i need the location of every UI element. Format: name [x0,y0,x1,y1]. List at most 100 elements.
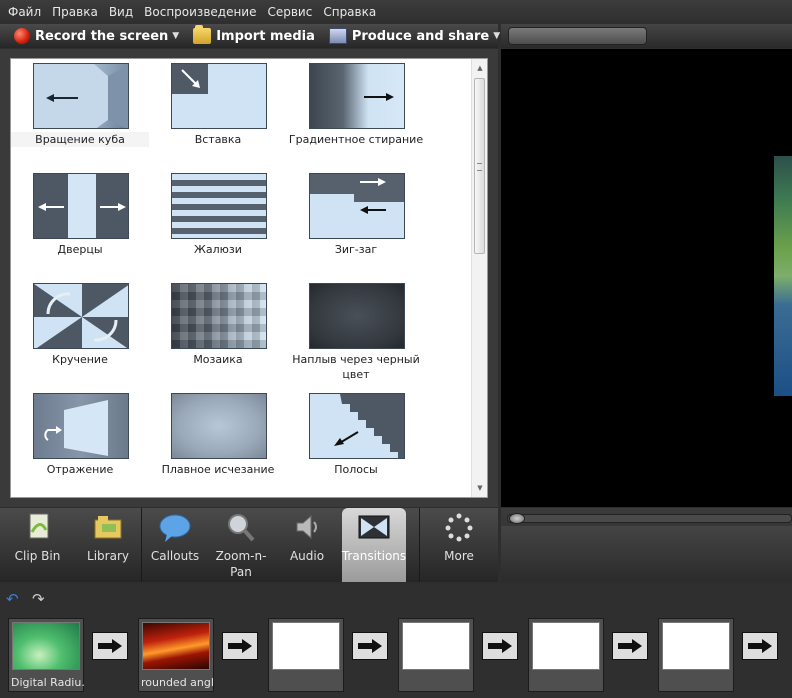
record-icon [14,28,30,44]
camtasia-window: Файл Правка Вид Воспроизведение Сервис С… [0,0,792,698]
clip-thumbnail [402,622,470,670]
transition-slot[interactable] [482,632,518,660]
clip-item[interactable] [658,618,734,692]
transition-label: Наплыв через черный цвет [292,353,420,381]
arrow-right-icon [98,639,122,653]
tab-library[interactable]: Library [75,508,141,582]
clip-item[interactable] [268,618,344,692]
clip-label: Digital Radiu... [11,676,85,689]
undo-redo-controls: ↶ ↷ [6,592,58,608]
transition-label: Мозаика [193,353,243,366]
transition-item-doors[interactable]: Дверцы [11,169,149,279]
undo-icon[interactable]: ↶ [6,592,22,607]
transition-item-twist[interactable]: Кручение [11,279,149,389]
clip-bin-icon [22,512,54,542]
transition-item-mosaic[interactable]: Мозаика [149,279,287,389]
transition-label: Плавное исчезание [161,463,275,476]
transition-label: Вращение куба [11,132,149,147]
transition-item-zigzag[interactable]: Зиг-заг [287,169,425,279]
menubar: Файл Правка Вид Воспроизведение Сервис С… [0,0,792,23]
transitions-list: Вращение куба Вставка Градиентное стиран… [10,58,488,498]
tab-audio[interactable]: Audio [274,508,340,582]
clip-thumbnail [12,622,80,670]
mosaic-thumbnail [171,283,267,349]
cube-rotation-thumbnail [33,63,129,129]
clip-thumbnail [272,622,340,670]
scroll-down-icon[interactable]: ▼ [475,483,485,493]
menu-file[interactable]: Файл [4,5,45,19]
import-media-label: Import media [216,28,315,44]
transition-item-blinds[interactable]: Жалюзи [149,169,287,279]
transition-slot[interactable] [352,632,388,660]
clip-item[interactable]: Digital Radiu... [8,618,85,692]
scrollbar-thumb[interactable] [474,78,485,254]
video-preview[interactable] [501,49,792,507]
seek-bar[interactable] [507,514,792,523]
insert-thumbnail [171,63,267,129]
clip-thumbnail [532,622,600,670]
seek-handle[interactable] [509,513,525,524]
transition-item-insert[interactable]: Вставка [149,59,287,169]
zoom-icon [225,512,257,542]
arrow-right-icon [748,639,772,653]
transition-slot[interactable] [222,632,258,660]
transition-item-reflection[interactable]: Отражение [11,389,149,497]
arrow-right-icon [358,639,382,653]
stripes-thumbnail [309,393,405,459]
fade-thumbnail [171,393,267,459]
clip-label: rounded angl... [141,676,215,689]
menu-help[interactable]: Справка [319,5,380,19]
scroll-up-icon[interactable]: ▲ [475,63,485,73]
menu-tools[interactable]: Сервис [263,5,316,19]
transition-slot[interactable] [612,632,648,660]
playback-panel [501,526,792,582]
tab-label: Audio [289,549,325,563]
transition-label: Полосы [334,463,378,476]
transition-label: Отражение [46,463,114,476]
transition-label: Зиг-заг [334,243,378,256]
menu-playback[interactable]: Воспроизведение [140,5,260,19]
import-media-button[interactable]: Import media [193,25,315,44]
transition-item-cube[interactable]: Вращение куба [11,59,149,169]
transition-item-fade[interactable]: Плавное исчезание [149,389,287,497]
tab-label: Library [87,549,129,563]
transitions-scrollbar[interactable]: ▲ ▼ [471,59,487,497]
task-tabs: Clip Bin Library Callouts Zoom-n-Pan Aud… [0,508,498,582]
transition-item-gradient-wipe[interactable]: Градиентное стирание [287,59,425,169]
redo-icon[interactable]: ↷ [32,592,48,607]
twist-thumbnail [33,283,129,349]
chevron-down-icon: ▼ [172,31,180,41]
clip-item[interactable] [528,618,604,692]
clip-thumbnail [662,622,730,670]
arrow-right-icon [618,639,642,653]
clip-item[interactable] [398,618,474,692]
tab-zoom-n-pan[interactable]: Zoom-n-Pan [208,508,274,582]
tab-group-media: Clip Bin Library [0,508,142,582]
menu-edit[interactable]: Правка [48,5,102,19]
transition-slot[interactable] [742,632,778,660]
library-icon [92,512,124,542]
storyboard: ↶ ↷ Digital Radiu... rounded angl... [0,584,792,698]
transition-item-fade-black[interactable]: Наплыв через черный цвет [287,279,425,389]
transition-label: Жалюзи [194,243,242,256]
tab-label: Transitions [341,549,407,563]
record-screen-label: Record the screen [35,28,169,44]
zigzag-thumbnail [309,173,405,239]
produce-icon [328,28,347,44]
clip-item[interactable]: rounded angl... [138,618,215,692]
preview-size-control[interactable] [508,27,647,45]
blinds-thumbnail [171,173,267,239]
arrow-right-icon [228,639,252,653]
transition-slot[interactable] [92,632,128,660]
tab-clip-bin[interactable]: Clip Bin [0,508,75,582]
tab-label: Callouts [150,549,200,563]
reflection-thumbnail [33,393,129,459]
tab-callouts[interactable]: Callouts [142,508,208,582]
fade-through-black-thumbnail [309,283,405,349]
record-screen-button[interactable]: Record the screen ▼ [14,28,179,44]
produce-share-button[interactable]: Produce and share ▼ [328,28,500,44]
tab-more[interactable]: More [420,508,498,582]
tab-transitions[interactable]: Transitions [342,508,406,582]
menu-view[interactable]: Вид [105,5,137,19]
transition-item-stripes[interactable]: Полосы [287,389,425,497]
